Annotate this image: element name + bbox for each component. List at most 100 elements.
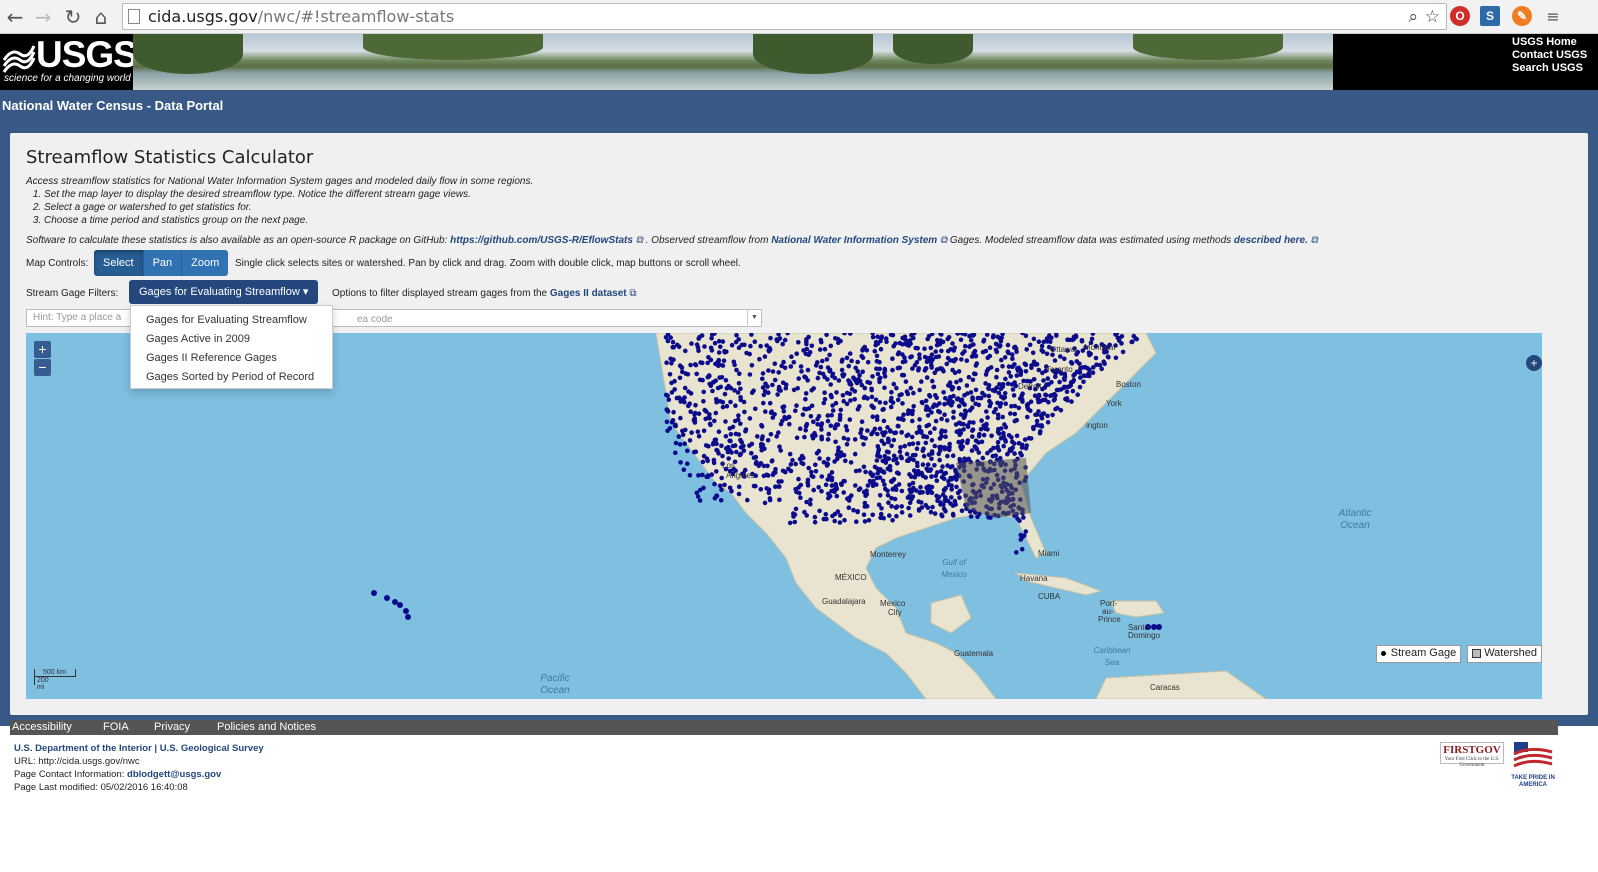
stream-gage-point[interactable] [701, 389, 706, 395]
stream-gage-point[interactable] [397, 602, 403, 608]
stream-gage-point[interactable] [875, 334, 880, 339]
zoom-out-button[interactable]: − [34, 359, 51, 376]
stream-gage-point[interactable] [859, 419, 865, 424]
stream-gage-point[interactable] [970, 377, 976, 383]
stream-gage-point[interactable] [694, 371, 699, 377]
stream-gage-point[interactable] [979, 418, 984, 423]
stream-gage-point[interactable] [1005, 381, 1011, 386]
stream-gage-point[interactable] [703, 416, 708, 422]
stream-gage-point[interactable] [909, 434, 915, 440]
filter-dropdown-button[interactable]: Gages for Evaluating Streamflow ▾ [129, 280, 319, 304]
stream-gage-point[interactable] [1045, 413, 1050, 419]
stream-gage-point[interactable] [996, 390, 1002, 396]
stream-gage-point[interactable] [736, 491, 742, 497]
stream-gage-point[interactable] [732, 362, 737, 368]
stream-gage-point[interactable] [951, 415, 956, 420]
stream-gage-point[interactable] [849, 386, 855, 392]
stream-gage-point[interactable] [1017, 518, 1022, 524]
stream-gage-point[interactable] [687, 473, 693, 478]
stream-gage-point[interactable] [861, 464, 867, 470]
stream-gage-point[interactable] [683, 348, 688, 354]
stream-gage-point[interactable] [778, 448, 783, 453]
stream-gage-point[interactable] [1119, 334, 1125, 339]
stream-gage-point[interactable] [692, 420, 698, 425]
stream-gage-point[interactable] [846, 363, 852, 369]
stream-gage-point[interactable] [830, 403, 835, 408]
stream-gage-point[interactable] [738, 395, 743, 400]
stream-gage-point[interactable] [970, 434, 975, 439]
stream-gage-point[interactable] [802, 509, 807, 515]
stream-gage-point[interactable] [770, 415, 776, 420]
stream-gage-point[interactable] [933, 349, 938, 354]
stream-gage-point[interactable] [763, 381, 768, 386]
stream-gage-point[interactable] [761, 473, 767, 479]
stream-gage-point[interactable] [698, 360, 703, 365]
stream-gage-point[interactable] [934, 493, 939, 499]
stream-gage-point[interactable] [798, 364, 804, 369]
stream-gage-point[interactable] [907, 482, 912, 488]
stream-gage-point[interactable] [922, 354, 928, 360]
stream-gage-point[interactable] [816, 485, 821, 490]
stream-gage-point[interactable] [1031, 426, 1036, 432]
stream-gage-point[interactable] [927, 468, 933, 474]
stream-gage-point[interactable] [728, 399, 733, 405]
stream-gage-point[interactable] [826, 431, 831, 437]
stream-gage-point[interactable] [914, 360, 920, 365]
stream-gage-point[interactable] [1072, 371, 1078, 377]
stream-gage-point[interactable] [954, 484, 959, 490]
stream-gage-point[interactable] [713, 378, 718, 383]
stream-gage-point[interactable] [732, 418, 738, 424]
stream-gage-point[interactable] [1088, 351, 1093, 357]
stream-gage-point[interactable] [894, 461, 900, 466]
stream-gage-point[interactable] [738, 421, 743, 426]
stream-gage-point[interactable] [794, 403, 799, 408]
stream-gage-point[interactable] [1030, 350, 1036, 356]
stream-gage-point[interactable] [675, 342, 680, 348]
stream-gage-point[interactable] [959, 508, 965, 514]
stream-gage-point[interactable] [877, 454, 883, 459]
stream-gage-point[interactable] [844, 390, 850, 396]
stream-gage-point[interactable] [967, 344, 972, 350]
stream-gage-point[interactable] [950, 464, 955, 469]
stream-gage-point[interactable] [696, 473, 701, 478]
stream-gage-point[interactable] [840, 393, 846, 398]
stream-gage-point[interactable] [711, 460, 717, 466]
stream-gage-point[interactable] [956, 385, 962, 391]
stream-gage-point[interactable] [939, 475, 945, 480]
stream-gage-point[interactable] [872, 464, 878, 470]
stream-gage-point[interactable] [862, 500, 868, 506]
stream-gage-point[interactable] [969, 448, 975, 453]
stream-gage-point[interactable] [664, 419, 670, 425]
stream-gage-point[interactable] [752, 339, 758, 344]
stream-gage-point[interactable] [777, 497, 782, 503]
stream-gage-point[interactable] [881, 406, 886, 412]
stream-gage-point[interactable] [1078, 375, 1083, 380]
nwis-link[interactable]: National Water Information System [771, 235, 937, 246]
stream-gage-point[interactable] [809, 473, 814, 479]
stream-gage-point[interactable] [809, 343, 815, 349]
stream-gage-point[interactable] [758, 343, 763, 349]
stream-gage-point[interactable] [998, 426, 1004, 431]
stream-gage-point[interactable] [676, 434, 682, 439]
stream-gage-point[interactable] [761, 392, 767, 398]
stream-gage-point[interactable] [889, 443, 894, 449]
stream-gage-point[interactable] [995, 415, 1001, 421]
stream-gage-point[interactable] [817, 347, 823, 352]
stream-gage-point[interactable] [1016, 405, 1022, 411]
stream-gage-point[interactable] [825, 477, 830, 482]
stream-gage-point[interactable] [819, 488, 824, 494]
stream-gage-point[interactable] [984, 409, 989, 414]
stream-gage-point[interactable] [1010, 364, 1015, 369]
extension-icon[interactable]: S [1480, 6, 1500, 26]
stream-gage-point[interactable] [701, 485, 706, 491]
stream-gage-point[interactable] [841, 435, 847, 441]
stream-gage-point[interactable] [870, 374, 875, 379]
stream-gage-point[interactable] [848, 398, 853, 403]
stream-gage-point[interactable] [1014, 550, 1019, 555]
stream-gage-point[interactable] [1001, 396, 1006, 401]
stream-gage-point[interactable] [714, 469, 719, 474]
stream-gage-point[interactable] [899, 504, 904, 509]
back-icon[interactable]: ← [4, 6, 26, 28]
stream-gage-point[interactable] [874, 359, 880, 364]
stream-gage-point[interactable] [685, 448, 690, 454]
